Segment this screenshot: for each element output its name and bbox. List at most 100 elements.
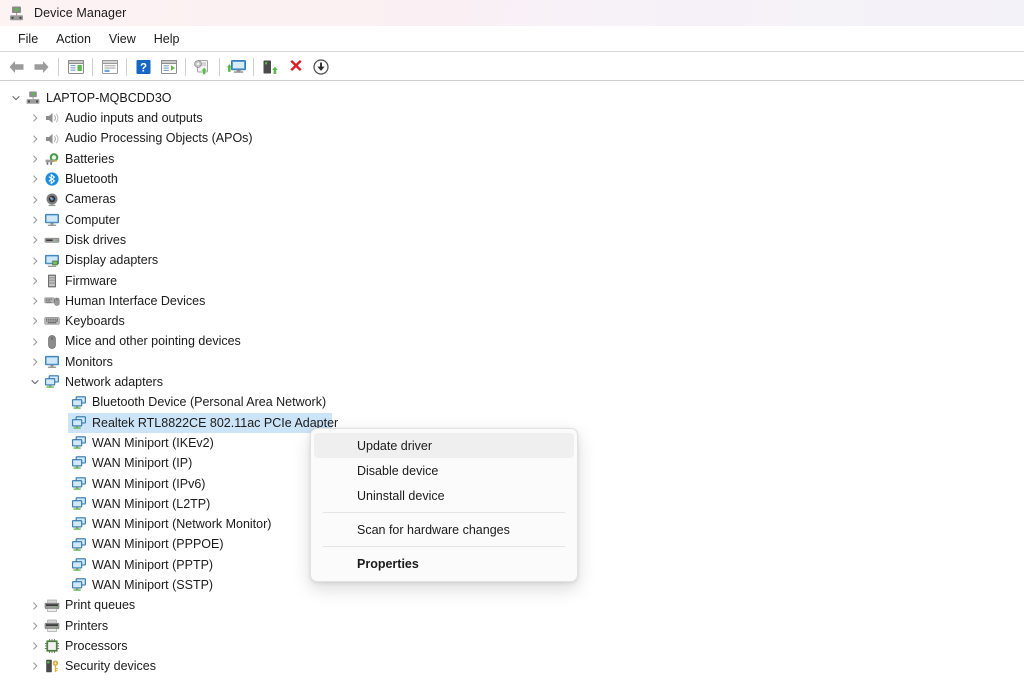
- context-menu-item-update-driver[interactable]: Update driver: [314, 433, 574, 458]
- tree-item-label: Display adapters: [60, 254, 158, 267]
- back-icon[interactable]: [4, 55, 29, 79]
- chevron-right-icon[interactable]: [27, 618, 43, 634]
- tree-item-label: Disk drives: [60, 234, 126, 247]
- tree-item-network-adapters[interactable]: Network adapters: [0, 372, 1024, 392]
- tree-item-label: Human Interface Devices: [60, 295, 205, 308]
- tree-item-keyboards[interactable]: Keyboards: [0, 311, 1024, 331]
- chevron-right-icon[interactable]: [27, 192, 43, 208]
- tree-item-processors[interactable]: Processors: [0, 636, 1024, 656]
- tree-item-computer[interactable]: Computer: [0, 210, 1024, 230]
- show-hide-action-pane-icon[interactable]: [156, 55, 181, 79]
- context-menu-separator: [323, 546, 565, 547]
- context-menu-item-properties[interactable]: Properties: [314, 551, 574, 576]
- tree-item-label: Printers: [60, 620, 108, 633]
- update-driver-icon[interactable]: [190, 55, 215, 79]
- tree-item-label: Cameras: [60, 193, 116, 206]
- network-adapter-icon: [43, 374, 60, 391]
- chevron-right-icon[interactable]: [27, 212, 43, 228]
- show-hide-console-tree-icon[interactable]: [63, 55, 88, 79]
- context-menu[interactable]: Update driver Disable device Uninstall d…: [310, 428, 578, 582]
- tree-item-bluetooth[interactable]: Bluetooth: [0, 169, 1024, 189]
- tree-item-mice-and-other-pointing-devices[interactable]: Mice and other pointing devices: [0, 332, 1024, 352]
- monitor-icon: [43, 354, 60, 371]
- chevron-right-icon[interactable]: [27, 151, 43, 167]
- tree-item-label: Security devices: [60, 660, 156, 673]
- window-title: Device Manager: [34, 6, 126, 20]
- tree-device-label: Realtek RTL8822CE 802.11ac PCIe Adapter: [87, 417, 338, 430]
- uninstall-device-icon[interactable]: [283, 55, 308, 79]
- context-menu-item-disable-device[interactable]: Disable device: [314, 458, 574, 483]
- enable-device-icon[interactable]: [258, 55, 283, 79]
- chevron-right-icon[interactable]: [27, 334, 43, 350]
- tree-item-security-devices[interactable]: Security devices: [0, 656, 1024, 676]
- camera-icon: [43, 191, 60, 208]
- tree-item-audio-inputs-and-outputs[interactable]: Audio inputs and outputs: [0, 108, 1024, 128]
- firmware-icon: [43, 272, 60, 289]
- processor-icon: [43, 638, 60, 655]
- network-adapter-icon: [70, 455, 87, 472]
- forward-icon[interactable]: [29, 55, 54, 79]
- chevron-right-icon[interactable]: [27, 354, 43, 370]
- tree-device-label: WAN Miniport (SSTP): [87, 579, 213, 592]
- tree-item-label: Bluetooth: [60, 173, 118, 186]
- tree-item-label: Print queues: [60, 599, 135, 612]
- device-tree[interactable]: LAPTOP-MQBCDD3O Audio inputs and outputs: [0, 81, 1024, 683]
- tree-item-batteries[interactable]: Batteries: [0, 149, 1024, 169]
- tree-item-label: Monitors: [60, 356, 113, 369]
- tree-item-human-interface-devices[interactable]: Human Interface Devices: [0, 291, 1024, 311]
- toolbar-separator: [126, 58, 127, 76]
- menu-bar: File Action View Help: [0, 27, 1024, 52]
- tree-device-label: WAN Miniport (L2TP): [87, 498, 210, 511]
- chevron-right-icon[interactable]: [27, 313, 43, 329]
- tree-item-cameras[interactable]: Cameras: [0, 189, 1024, 209]
- keyboard-icon: [43, 313, 60, 330]
- tree-item-label: Processors: [60, 640, 128, 653]
- context-menu-item-uninstall-device[interactable]: Uninstall device: [314, 483, 574, 508]
- scan-for-hardware-changes-icon[interactable]: [224, 55, 249, 79]
- chevron-down-icon[interactable]: [8, 90, 24, 106]
- toolbar-separator: [253, 58, 254, 76]
- chevron-right-icon[interactable]: [27, 658, 43, 674]
- chevron-right-icon[interactable]: [27, 598, 43, 614]
- tree-device-bluetooth-device-pan[interactable]: Bluetooth Device (Personal Area Network): [0, 392, 1024, 412]
- chevron-down-icon[interactable]: [27, 374, 43, 390]
- toolbar-separator: [58, 58, 59, 76]
- menu-file[interactable]: File: [9, 29, 47, 49]
- chevron-right-icon[interactable]: [27, 273, 43, 289]
- help-icon[interactable]: ?: [131, 55, 156, 79]
- chevron-right-icon[interactable]: [27, 232, 43, 248]
- network-adapter-icon: [70, 536, 87, 553]
- tree-item-audio-processing-objects[interactable]: Audio Processing Objects (APOs): [0, 129, 1024, 149]
- security-device-icon: [43, 658, 60, 675]
- menu-action[interactable]: Action: [47, 29, 100, 49]
- toolbar-separator: [219, 58, 220, 76]
- chevron-right-icon[interactable]: [27, 253, 43, 269]
- tree-root-node[interactable]: LAPTOP-MQBCDD3O: [0, 88, 1024, 108]
- chevron-right-icon[interactable]: [27, 110, 43, 126]
- tree-item-label: Keyboards: [60, 315, 125, 328]
- monitor-icon: [43, 211, 60, 228]
- context-menu-item-scan-for-hardware-changes[interactable]: Scan for hardware changes: [314, 517, 574, 542]
- install-legacy-hardware-icon[interactable]: [308, 55, 333, 79]
- tree-item-monitors[interactable]: Monitors: [0, 352, 1024, 372]
- tree-item-print-queues[interactable]: Print queues: [0, 595, 1024, 615]
- battery-icon: [43, 151, 60, 168]
- chevron-right-icon[interactable]: [27, 131, 43, 147]
- tree-item-disk-drives[interactable]: Disk drives: [0, 230, 1024, 250]
- properties-icon[interactable]: [97, 55, 122, 79]
- tree-item-label: Audio inputs and outputs: [60, 112, 203, 125]
- tree-item-firmware[interactable]: Firmware: [0, 271, 1024, 291]
- svg-text:?: ?: [140, 62, 147, 74]
- tree-item-label: Network adapters: [60, 376, 163, 389]
- tree-item-display-adapters[interactable]: Display adapters: [0, 250, 1024, 270]
- tree-item-printers[interactable]: Printers: [0, 616, 1024, 636]
- mouse-icon: [43, 333, 60, 350]
- menu-view[interactable]: View: [100, 29, 145, 49]
- toolbar-separator: [92, 58, 93, 76]
- chevron-right-icon[interactable]: [27, 638, 43, 654]
- chevron-right-icon[interactable]: [27, 171, 43, 187]
- hid-icon: [43, 293, 60, 310]
- chevron-right-icon[interactable]: [27, 293, 43, 309]
- printer-icon: [43, 597, 60, 614]
- menu-help[interactable]: Help: [145, 29, 189, 49]
